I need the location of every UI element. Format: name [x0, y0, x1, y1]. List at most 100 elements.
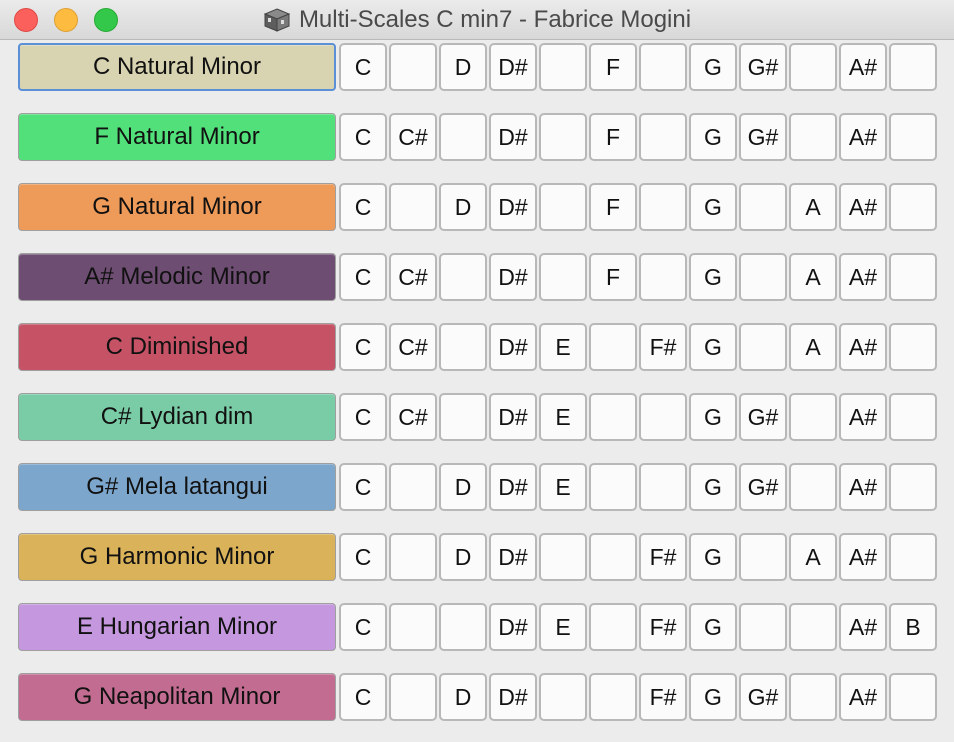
note-cell[interactable] — [439, 113, 487, 161]
note-cell[interactable]: A# — [839, 183, 887, 231]
note-cell[interactable] — [889, 533, 937, 581]
note-cell[interactable]: C — [339, 463, 387, 511]
note-cell[interactable] — [889, 323, 937, 371]
note-cell[interactable]: A — [789, 183, 837, 231]
scale-button[interactable]: A# Melodic Minor — [18, 253, 336, 301]
note-cell[interactable]: G — [689, 183, 737, 231]
note-cell[interactable]: G# — [739, 463, 787, 511]
note-cell[interactable] — [639, 253, 687, 301]
note-cell[interactable]: A — [789, 533, 837, 581]
scale-button[interactable]: E Hungarian Minor — [18, 603, 336, 651]
note-cell[interactable]: G — [689, 463, 737, 511]
note-cell[interactable]: A# — [839, 673, 887, 721]
note-cell[interactable]: D — [439, 43, 487, 91]
note-cell[interactable]: G — [689, 393, 737, 441]
scale-button[interactable]: G Natural Minor — [18, 183, 336, 231]
note-cell[interactable] — [639, 183, 687, 231]
note-cell[interactable]: G — [689, 43, 737, 91]
note-cell[interactable]: C — [339, 113, 387, 161]
note-cell[interactable]: F — [589, 113, 637, 161]
note-cell[interactable]: G — [689, 533, 737, 581]
note-cell[interactable]: D# — [489, 253, 537, 301]
note-cell[interactable]: G# — [739, 43, 787, 91]
note-cell[interactable]: D# — [489, 463, 537, 511]
note-cell[interactable] — [589, 463, 637, 511]
note-cell[interactable]: F — [589, 183, 637, 231]
note-cell[interactable] — [639, 463, 687, 511]
scale-button[interactable]: C# Lydian dim — [18, 393, 336, 441]
note-cell[interactable]: A# — [839, 393, 887, 441]
scale-button[interactable]: C Natural Minor — [18, 43, 336, 91]
note-cell[interactable] — [539, 673, 587, 721]
note-cell[interactable]: F# — [639, 603, 687, 651]
note-cell[interactable]: D — [439, 533, 487, 581]
note-cell[interactable] — [589, 673, 637, 721]
scale-button[interactable]: G Neapolitan Minor — [18, 673, 336, 721]
note-cell[interactable] — [539, 183, 587, 231]
note-cell[interactable]: F — [589, 253, 637, 301]
scale-button[interactable]: G# Mela latangui — [18, 463, 336, 511]
note-cell[interactable] — [389, 603, 437, 651]
note-cell[interactable]: C — [339, 183, 387, 231]
note-cell[interactable] — [389, 533, 437, 581]
note-cell[interactable]: B — [889, 603, 937, 651]
note-cell[interactable] — [789, 463, 837, 511]
note-cell[interactable] — [889, 393, 937, 441]
note-cell[interactable]: A# — [839, 603, 887, 651]
note-cell[interactable] — [639, 393, 687, 441]
note-cell[interactable]: E — [539, 603, 587, 651]
note-cell[interactable]: D# — [489, 603, 537, 651]
note-cell[interactable]: G# — [739, 673, 787, 721]
note-cell[interactable] — [589, 603, 637, 651]
note-cell[interactable] — [389, 463, 437, 511]
note-cell[interactable]: A# — [839, 253, 887, 301]
note-cell[interactable]: A# — [839, 323, 887, 371]
note-cell[interactable] — [389, 183, 437, 231]
note-cell[interactable] — [539, 533, 587, 581]
note-cell[interactable]: C — [339, 603, 387, 651]
note-cell[interactable]: C — [339, 43, 387, 91]
note-cell[interactable]: D# — [489, 323, 537, 371]
note-cell[interactable]: C# — [389, 323, 437, 371]
note-cell[interactable] — [389, 673, 437, 721]
note-cell[interactable] — [589, 533, 637, 581]
note-cell[interactable]: A# — [839, 533, 887, 581]
note-cell[interactable]: F# — [639, 533, 687, 581]
note-cell[interactable] — [889, 463, 937, 511]
note-cell[interactable] — [439, 253, 487, 301]
note-cell[interactable]: D# — [489, 533, 537, 581]
note-cell[interactable] — [589, 393, 637, 441]
note-cell[interactable] — [889, 43, 937, 91]
note-cell[interactable]: D — [439, 673, 487, 721]
note-cell[interactable] — [439, 393, 487, 441]
note-cell[interactable]: C — [339, 673, 387, 721]
scale-button[interactable]: G Harmonic Minor — [18, 533, 336, 581]
note-cell[interactable] — [789, 43, 837, 91]
note-cell[interactable] — [739, 183, 787, 231]
note-cell[interactable]: D — [439, 463, 487, 511]
note-cell[interactable]: G — [689, 113, 737, 161]
note-cell[interactable]: A# — [839, 113, 887, 161]
note-cell[interactable]: E — [539, 393, 587, 441]
note-cell[interactable] — [889, 113, 937, 161]
note-cell[interactable]: D# — [489, 43, 537, 91]
note-cell[interactable]: D# — [489, 393, 537, 441]
note-cell[interactable]: C# — [389, 253, 437, 301]
note-cell[interactable] — [439, 323, 487, 371]
note-cell[interactable] — [639, 43, 687, 91]
note-cell[interactable]: C — [339, 253, 387, 301]
note-cell[interactable]: G — [689, 253, 737, 301]
note-cell[interactable] — [889, 673, 937, 721]
note-cell[interactable] — [789, 673, 837, 721]
note-cell[interactable]: D# — [489, 113, 537, 161]
note-cell[interactable] — [389, 43, 437, 91]
note-cell[interactable] — [639, 113, 687, 161]
note-cell[interactable]: C# — [389, 113, 437, 161]
note-cell[interactable]: C — [339, 533, 387, 581]
note-cell[interactable]: C — [339, 323, 387, 371]
note-cell[interactable]: E — [539, 463, 587, 511]
note-cell[interactable] — [739, 323, 787, 371]
note-cell[interactable]: F — [589, 43, 637, 91]
note-cell[interactable]: D# — [489, 673, 537, 721]
note-cell[interactable]: C# — [389, 393, 437, 441]
